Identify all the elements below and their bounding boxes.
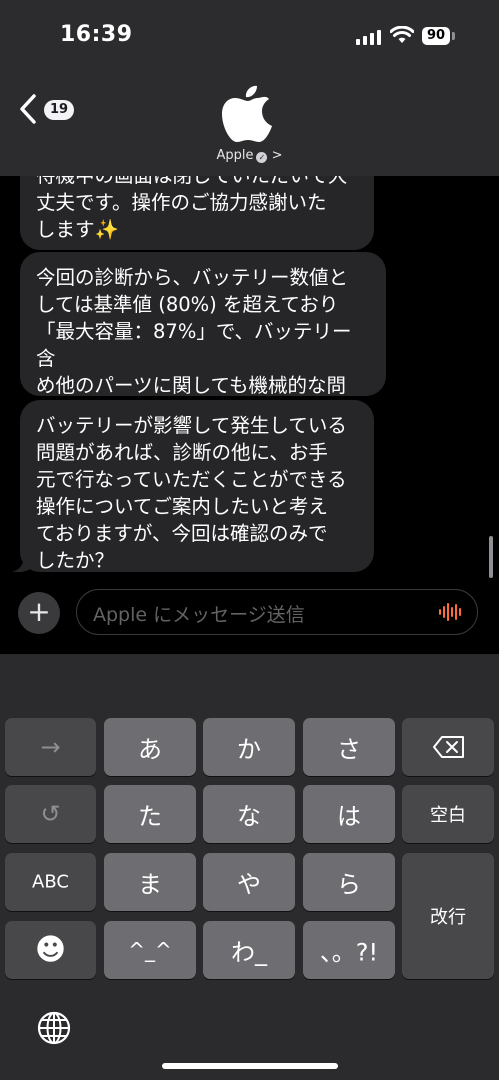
emoji-key[interactable]: ☻ — [5, 921, 96, 979]
key-punctuation[interactable]: 、。?! — [303, 921, 395, 979]
key-ha[interactable]: は — [303, 785, 395, 843]
cellular-signal-icon — [356, 30, 381, 45]
unread-count-badge: 19 — [44, 100, 74, 120]
battery-tip — [452, 32, 455, 40]
home-indicator[interactable] — [162, 1063, 338, 1069]
key-ka[interactable]: か — [203, 718, 295, 776]
message-list[interactable]: 待機中の画面は閉じていただいて大 丈夫です。操作のご協力感謝いた します✨ 今回… — [0, 176, 499, 580]
voice-waveform-icon[interactable] — [439, 602, 461, 622]
verified-badge-icon: ✓ — [256, 152, 268, 163]
key-label: 改行 — [430, 907, 466, 928]
globe-icon[interactable] — [36, 1010, 72, 1046]
message-input[interactable]: Apple にメッセージ送信 — [76, 589, 478, 635]
key-label: ABC — [32, 871, 69, 893]
space-key[interactable]: 空白 — [402, 785, 494, 843]
status-time: 16:39 — [60, 22, 133, 47]
chevron-right-icon: > — [271, 148, 283, 163]
contact-name[interactable]: Apple ✓ > — [0, 148, 499, 163]
chevron-left-icon — [20, 94, 36, 124]
conversation-header: 19 Apple ✓ > — [0, 72, 499, 176]
delete-key[interactable] — [402, 718, 494, 776]
status-bar: 16:39 90 — [0, 0, 499, 72]
message-bubble: バッテリーが影響して発生している 問題があれば、診断の他に、お手 元で行なってい… — [20, 400, 374, 572]
delete-icon — [433, 736, 464, 758]
wifi-icon — [390, 26, 414, 43]
key-label: ら — [337, 870, 361, 899]
undo-icon: ↺ — [40, 800, 61, 828]
emoji-icon: ☻ — [34, 932, 67, 968]
key-wa[interactable]: わ_ — [203, 921, 295, 979]
key-ya[interactable]: や — [203, 853, 295, 911]
key-label: は — [337, 802, 361, 831]
key-label: わ_ — [231, 938, 267, 967]
undo-key[interactable]: ↺ — [5, 785, 96, 843]
return-key[interactable]: 改行 — [402, 853, 494, 979]
abc-key[interactable]: ABC — [5, 853, 96, 911]
key-na[interactable]: な — [203, 785, 295, 843]
key-label: や — [237, 870, 261, 899]
key-kaomoji[interactable]: ^_^ — [104, 921, 196, 979]
battery-icon: 90 — [422, 27, 450, 45]
back-button[interactable]: 19 — [20, 92, 80, 128]
key-label: ^_^ — [128, 938, 172, 962]
key-ma[interactable]: ま — [104, 853, 196, 911]
message-bubble: 今回の診断から、バッテリー数値と しては基準値 (80%) を超えており 「最大… — [20, 252, 386, 424]
message-bubble: 待機中の画面は閉じていただいて大 丈夫です。操作のご協力感謝いた します✨ — [20, 176, 374, 250]
apple-logo-icon[interactable] — [220, 82, 276, 144]
key-label: 空白 — [430, 805, 466, 826]
arrow-key[interactable]: → — [5, 718, 96, 776]
key-sa[interactable]: さ — [303, 718, 395, 776]
bubble-tail — [12, 556, 32, 572]
arrow-right-icon: → — [40, 733, 61, 761]
key-label: さ — [337, 735, 361, 764]
key-ra[interactable]: ら — [303, 853, 395, 911]
scrollbar[interactable] — [489, 536, 493, 578]
add-attachment-button[interactable]: + — [18, 592, 60, 634]
key-label: な — [237, 802, 261, 831]
key-label: あ — [138, 735, 162, 764]
contact-name-label: Apple — [216, 148, 254, 163]
key-label: た — [138, 802, 162, 831]
key-a[interactable]: あ — [104, 718, 196, 776]
key-label: か — [237, 735, 261, 764]
key-ta[interactable]: た — [104, 785, 196, 843]
key-label: 、。?! — [319, 938, 379, 967]
key-label: ま — [138, 870, 162, 899]
message-input-placeholder: Apple にメッセージ送信 — [93, 604, 305, 626]
